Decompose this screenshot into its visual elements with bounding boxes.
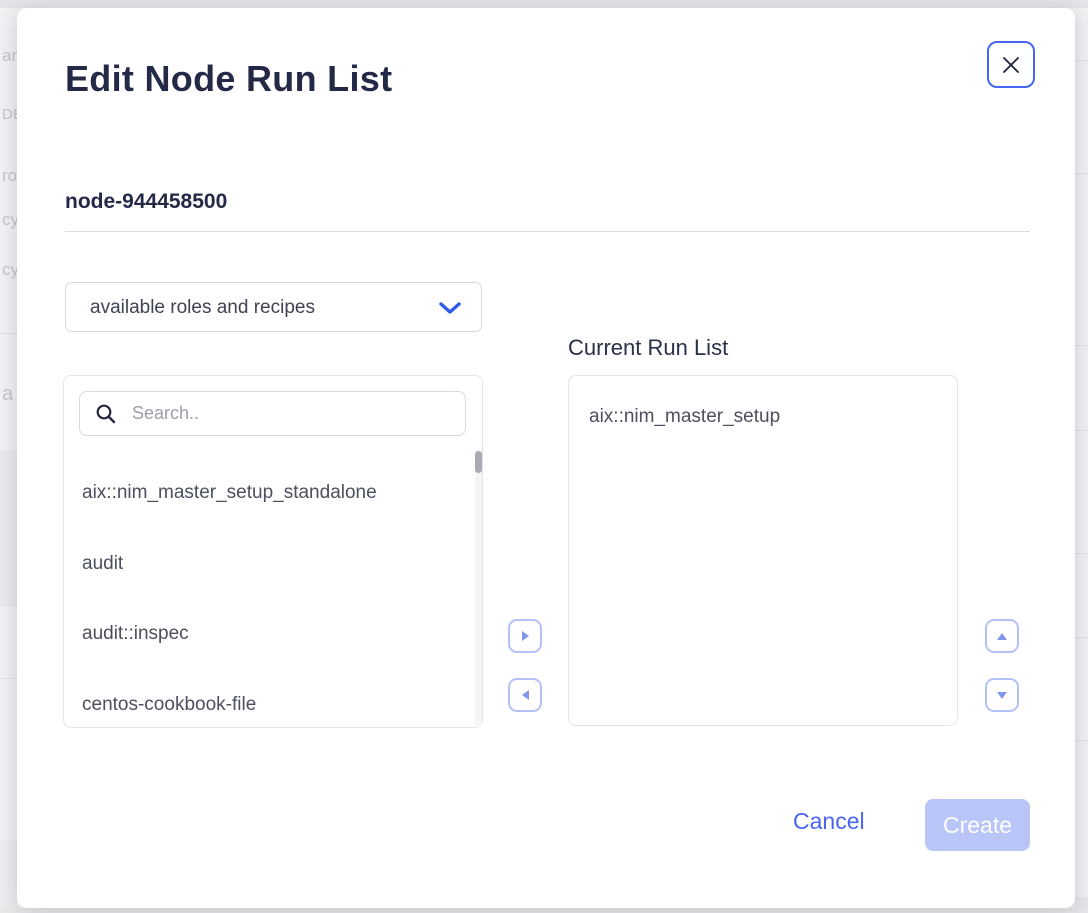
roles-recipes-dropdown[interactable]: available roles and recipes [65, 282, 482, 332]
current-run-list-panel: aix::nim_master_setup [568, 375, 958, 726]
dropdown-selected-label: available roles and recipes [90, 283, 315, 333]
available-list-item[interactable]: centos-cookbook-file [82, 694, 256, 716]
triangle-right-icon [522, 631, 529, 641]
backdrop-top-strip [0, 0, 1088, 8]
triangle-down-icon [997, 692, 1007, 699]
chevron-down-icon [439, 302, 461, 315]
backdrop-divider [0, 678, 17, 679]
modal-title: Edit Node Run List [65, 58, 392, 100]
backdrop-row-block [0, 840, 17, 907]
backdrop-divider [1075, 637, 1088, 638]
backdrop-row-block [1075, 897, 1088, 913]
backdrop-text-fragment: ro [2, 166, 18, 186]
list-scrollbar-thumb[interactable] [475, 451, 482, 473]
backdrop-text-fragment: a [2, 383, 18, 406]
list-scrollbar-track[interactable] [475, 449, 482, 727]
move-down-button[interactable] [985, 678, 1019, 712]
available-list-item[interactable]: audit [82, 553, 123, 575]
backdrop-row-block [0, 450, 17, 605]
node-name-label: node-944458500 [65, 190, 227, 214]
triangle-left-icon [522, 690, 529, 700]
close-icon [1001, 55, 1021, 75]
backdrop-text-fragment: DE [2, 106, 18, 123]
current-run-list-item[interactable]: aix::nim_master_setup [589, 406, 780, 428]
current-run-list-heading: Current Run List [568, 335, 728, 361]
backdrop-text-fragment: ar [2, 46, 18, 66]
node-name-divider [65, 231, 1030, 232]
backdrop-divider [1075, 173, 1088, 174]
available-list-item[interactable]: audit::inspec [82, 623, 189, 645]
backdrop-divider [1075, 740, 1088, 741]
search-input[interactable] [132, 393, 452, 434]
backdrop-divider [1075, 430, 1088, 431]
search-box [79, 391, 466, 436]
move-right-button[interactable] [508, 619, 542, 653]
edit-node-run-list-modal: Edit Node Run List node-944458500 availa… [17, 8, 1075, 908]
move-up-button[interactable] [985, 619, 1019, 653]
create-button[interactable]: Create [925, 799, 1030, 851]
triangle-up-icon [997, 633, 1007, 640]
backdrop-text-fragment: cy [2, 210, 18, 230]
backdrop-divider [1075, 345, 1088, 346]
backdrop-divider [0, 333, 17, 334]
backdrop-divider [1075, 553, 1088, 554]
move-left-button[interactable] [508, 678, 542, 712]
backdrop-divider [1075, 60, 1088, 61]
backdrop-text-fragment: cy [2, 260, 18, 280]
close-button[interactable] [987, 41, 1035, 88]
backdrop-divider [0, 605, 17, 606]
cancel-button[interactable]: Cancel [793, 808, 865, 835]
search-icon [95, 403, 117, 425]
available-items-panel: aix::nim_master_setup_standalone audit a… [63, 375, 483, 728]
available-list-item[interactable]: aix::nim_master_setup_standalone [82, 482, 377, 504]
